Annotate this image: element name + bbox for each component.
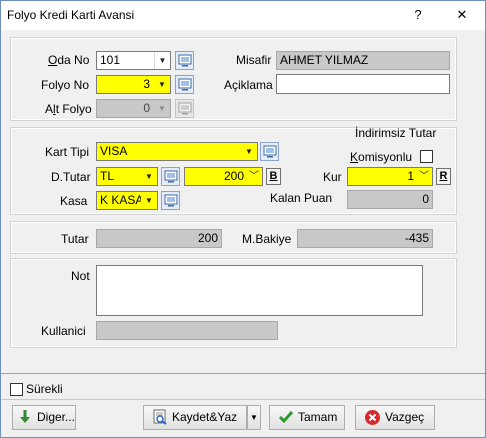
folyo-no-label: Folyo No [41, 78, 90, 92]
kart-tipi-label: Kart Tipi [45, 145, 90, 159]
chevron-down-icon[interactable]: ▼ [141, 168, 157, 185]
tutar-field: 200 [96, 229, 222, 248]
kaydet-dropdown-button[interactable]: ▼ [247, 405, 261, 430]
chevron-down-icon[interactable]: ▼ [154, 76, 170, 93]
aciklama-label: Açiklama [224, 78, 273, 92]
alt-folyo-value: 0 [143, 101, 150, 115]
vazgec-button[interactable]: Vazgeç [355, 405, 435, 430]
kaydet-yaz-button[interactable]: Kaydet&Yaz [143, 405, 247, 430]
oda-no-value: 101 [100, 53, 121, 67]
chevron-down-icon[interactable]: ▼ [154, 52, 170, 69]
currency-lookup-button[interactable] [161, 167, 180, 186]
title-bar: Folyo Kredi Karti Avansi ? ✕ [1, 1, 485, 30]
misafir-field: AHMET YILMAZ [276, 51, 450, 70]
close-button[interactable]: ✕ [449, 3, 475, 27]
print-preview-icon [152, 409, 168, 433]
oda-no-combo[interactable]: 101 ▼ [96, 51, 171, 70]
divider [1, 373, 485, 374]
lookup-icon [178, 78, 192, 91]
alt-folyo-lookup-button[interactable] [175, 99, 194, 118]
chevron-down-icon[interactable]: ▼ [141, 192, 157, 209]
currency-value: TL [100, 169, 115, 183]
window-title: Folyo Kredi Karti Avansi [7, 8, 135, 22]
dtutar-amount-value: 200 [223, 169, 244, 183]
lookup-icon [164, 170, 178, 183]
dtutar-label: D.Tutar [51, 170, 91, 184]
check-icon [278, 409, 294, 433]
diger-label: Diger... [37, 410, 76, 424]
r-button[interactable]: R [436, 168, 451, 185]
chevron-down-icon[interactable]: ﹀ [416, 168, 432, 185]
oda-lookup-button[interactable] [175, 51, 194, 70]
arrow-down-icon [18, 409, 32, 433]
chevron-down-icon[interactable]: ▼ [154, 100, 170, 117]
folio-panel: Oda No 101 ▼ Folyo No 3 ▼ Alt Folyo 0 ▼ … [10, 37, 457, 121]
misafir-label: Misafir [236, 53, 272, 67]
footer-bar: Sürekli Diger... Kaydet&Yaz ▼ Tamam Vazg… [1, 375, 485, 437]
help-button[interactable]: ? [405, 3, 431, 27]
notes-panel: Not Kullanici [10, 258, 457, 348]
indirimsiz-tutar-label: İndirimsiz Tutar [355, 126, 437, 140]
vazgec-label: Vazgeç [385, 410, 425, 424]
folyo-no-combo[interactable]: 3 ▼ [96, 75, 171, 94]
tutar-label: Tutar [61, 232, 89, 246]
komisyonlu-label: Komisyonlu [350, 150, 413, 164]
kullanici-field [96, 321, 278, 340]
surekli-label: Sürekli [26, 382, 63, 396]
kart-tipi-value: VISA [100, 144, 128, 158]
folyo-lookup-button[interactable] [175, 75, 194, 94]
lookup-icon [263, 145, 277, 158]
currency-combo[interactable]: TL ▼ [96, 167, 158, 186]
komisyonlu-checkbox[interactable] [420, 150, 433, 163]
chevron-down-icon[interactable]: ▼ [241, 143, 257, 160]
totals-panel: Tutar 200 M.Bakiye -435 [10, 221, 457, 254]
mbakiye-field: -435 [297, 229, 433, 248]
kasa-value: K KASA [100, 193, 144, 207]
surekli-checkbox[interactable] [10, 383, 23, 396]
divider [1, 399, 485, 400]
kalan-puan-field: 0 [347, 190, 433, 209]
card-panel: İndirimsiz Tutar Komisyonlu Kart Tipi VI… [10, 126, 457, 215]
b-button[interactable]: B [266, 168, 281, 185]
dtutar-amount-input[interactable]: 200 ﹀ [184, 167, 263, 186]
mbakiye-label: M.Bakiye [242, 232, 292, 246]
kasa-combo[interactable]: K KASA ▼ [96, 191, 158, 210]
dialog-window: Folyo Kredi Karti Avansi ? ✕ Oda No 101 … [0, 0, 486, 438]
kalan-puan-label: Kalan Puan [270, 191, 333, 205]
kasa-lookup-button[interactable] [161, 191, 180, 210]
kur-label: Kur [323, 170, 342, 184]
kur-input[interactable]: 1 ﹀ [347, 167, 433, 186]
alt-folyo-label: Alt Folyo [45, 102, 92, 116]
kullanici-label: Kullanici [41, 324, 86, 338]
kur-value: 1 [407, 169, 414, 183]
not-label: Not [71, 269, 90, 283]
kasa-label: Kasa [60, 194, 88, 208]
tamam-label: Tamam [298, 410, 338, 424]
lookup-icon [178, 102, 192, 115]
lookup-icon [178, 54, 192, 67]
tamam-button[interactable]: Tamam [269, 405, 345, 430]
kaydet-yaz-label: Kaydet&Yaz [172, 410, 238, 424]
kart-tipi-combo[interactable]: VISA ▼ [96, 142, 258, 161]
folyo-no-value: 3 [143, 77, 150, 91]
cancel-icon [364, 409, 381, 434]
chevron-down-icon: ▼ [250, 413, 258, 422]
kart-tipi-lookup-button[interactable] [260, 142, 279, 161]
oda-no-label: Oda No [48, 53, 90, 67]
not-textarea[interactable] [96, 265, 423, 316]
aciklama-input[interactable] [276, 74, 450, 94]
diger-button[interactable]: Diger... [12, 405, 76, 430]
lookup-icon [164, 194, 178, 207]
chevron-down-icon[interactable]: ﹀ [246, 168, 262, 185]
alt-folyo-combo[interactable]: 0 ▼ [96, 99, 171, 118]
